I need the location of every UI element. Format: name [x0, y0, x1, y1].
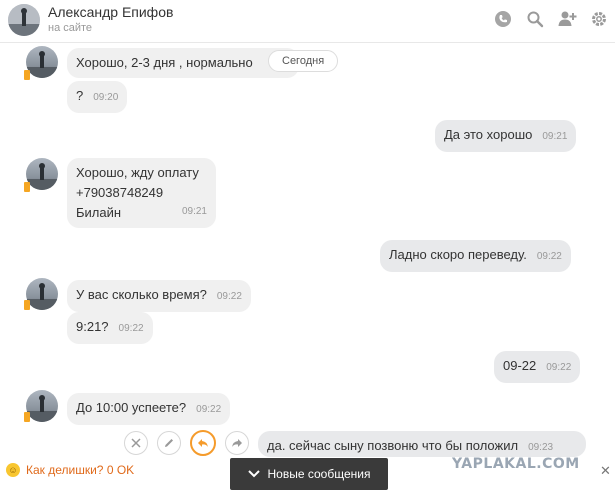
message-text: ?	[76, 88, 84, 103]
message-text: Да это хорошо	[444, 127, 533, 142]
watermark: YAPLAKAL.COM	[452, 456, 580, 472]
contact-name[interactable]: Александр Епифов	[48, 4, 173, 20]
forward-icon[interactable]	[225, 431, 249, 455]
message-time: 09:23	[528, 442, 554, 453]
add-user-icon[interactable]	[557, 9, 577, 29]
message-text: До 10:00 успеете?	[76, 400, 187, 415]
message-time: 09:22	[118, 323, 144, 334]
chat-header: Александр Епифов на сайте	[0, 0, 615, 43]
mobile-icon	[24, 300, 30, 310]
message-bubble[interactable]: ? 09:20	[67, 81, 128, 113]
chevron-down-icon	[247, 470, 260, 478]
date-separator: Сегодня	[268, 50, 339, 72]
phone-icon[interactable]	[493, 9, 513, 29]
message-bubble[interactable]: У вас сколько время? 09:22	[67, 280, 251, 312]
message-text: да. сейчас сыну позвоню что бы положил	[267, 438, 519, 453]
contact-avatar-small[interactable]	[26, 158, 58, 190]
mobile-icon	[24, 70, 30, 80]
search-icon[interactable]	[525, 9, 545, 29]
contact-status: на сайте	[48, 22, 93, 34]
message-bubble[interactable]: Ладно скоро переведу. 09:22	[380, 240, 571, 272]
contact-avatar-small[interactable]	[26, 390, 58, 422]
message-time: 09:22	[196, 404, 222, 415]
message-line: Хорошо, жду оплату	[76, 165, 199, 180]
message-time: 09:22	[216, 291, 242, 302]
message-text: 9:21?	[76, 319, 109, 334]
close-icon[interactable]	[124, 431, 148, 455]
message-bubble[interactable]: До 10:00 успеете? 09:22	[67, 393, 231, 425]
message-bubble[interactable]: да. сейчас сыну позвоню что бы положил 09…	[258, 431, 586, 457]
message-text: 09-22	[503, 358, 537, 373]
message-text: Ладно скоро переведу.	[389, 247, 527, 262]
message-bubble[interactable]: Хорошо, жду оплату +79038748249 Билайн 0…	[67, 158, 216, 228]
message-bubble[interactable]: Да это хорошо 09:21	[435, 120, 577, 152]
message-text: У вас сколько время?	[76, 287, 207, 302]
close-icon[interactable]: ✕	[600, 463, 611, 479]
message-bubble[interactable]: 9:21? 09:22	[67, 312, 153, 344]
mobile-icon	[24, 412, 30, 422]
smiley-icon: ☺	[6, 463, 20, 477]
mood-status[interactable]: ☺ Как делишки? 0 OK	[6, 463, 134, 477]
contact-avatar[interactable]	[8, 4, 40, 36]
message-text: Хорошо, 2-3 дня , нормально	[76, 55, 253, 70]
message-time: 09:20	[93, 92, 119, 103]
new-messages-button[interactable]: Новые сообщения	[230, 458, 388, 490]
edit-icon[interactable]	[157, 431, 181, 455]
message-time: 09:21	[181, 206, 207, 217]
contact-avatar-small[interactable]	[26, 278, 58, 310]
message-bubble[interactable]: 09-22 09:22	[494, 351, 581, 383]
message-line: +79038748249	[76, 185, 164, 200]
message-time: 09:21	[542, 131, 568, 142]
mobile-icon	[24, 182, 30, 192]
settings-icon[interactable]	[589, 9, 609, 29]
message-time: 09:22	[536, 251, 562, 262]
mood-text: Как делишки? 0 OK	[26, 463, 135, 477]
message-time: 09:22	[546, 362, 572, 373]
contact-avatar-small[interactable]	[26, 46, 58, 78]
reply-icon[interactable]	[190, 430, 216, 456]
new-messages-label: Новые сообщения	[267, 467, 371, 481]
message-bubble[interactable]: Хорошо, 2-3 дня , нормально	[67, 48, 299, 78]
